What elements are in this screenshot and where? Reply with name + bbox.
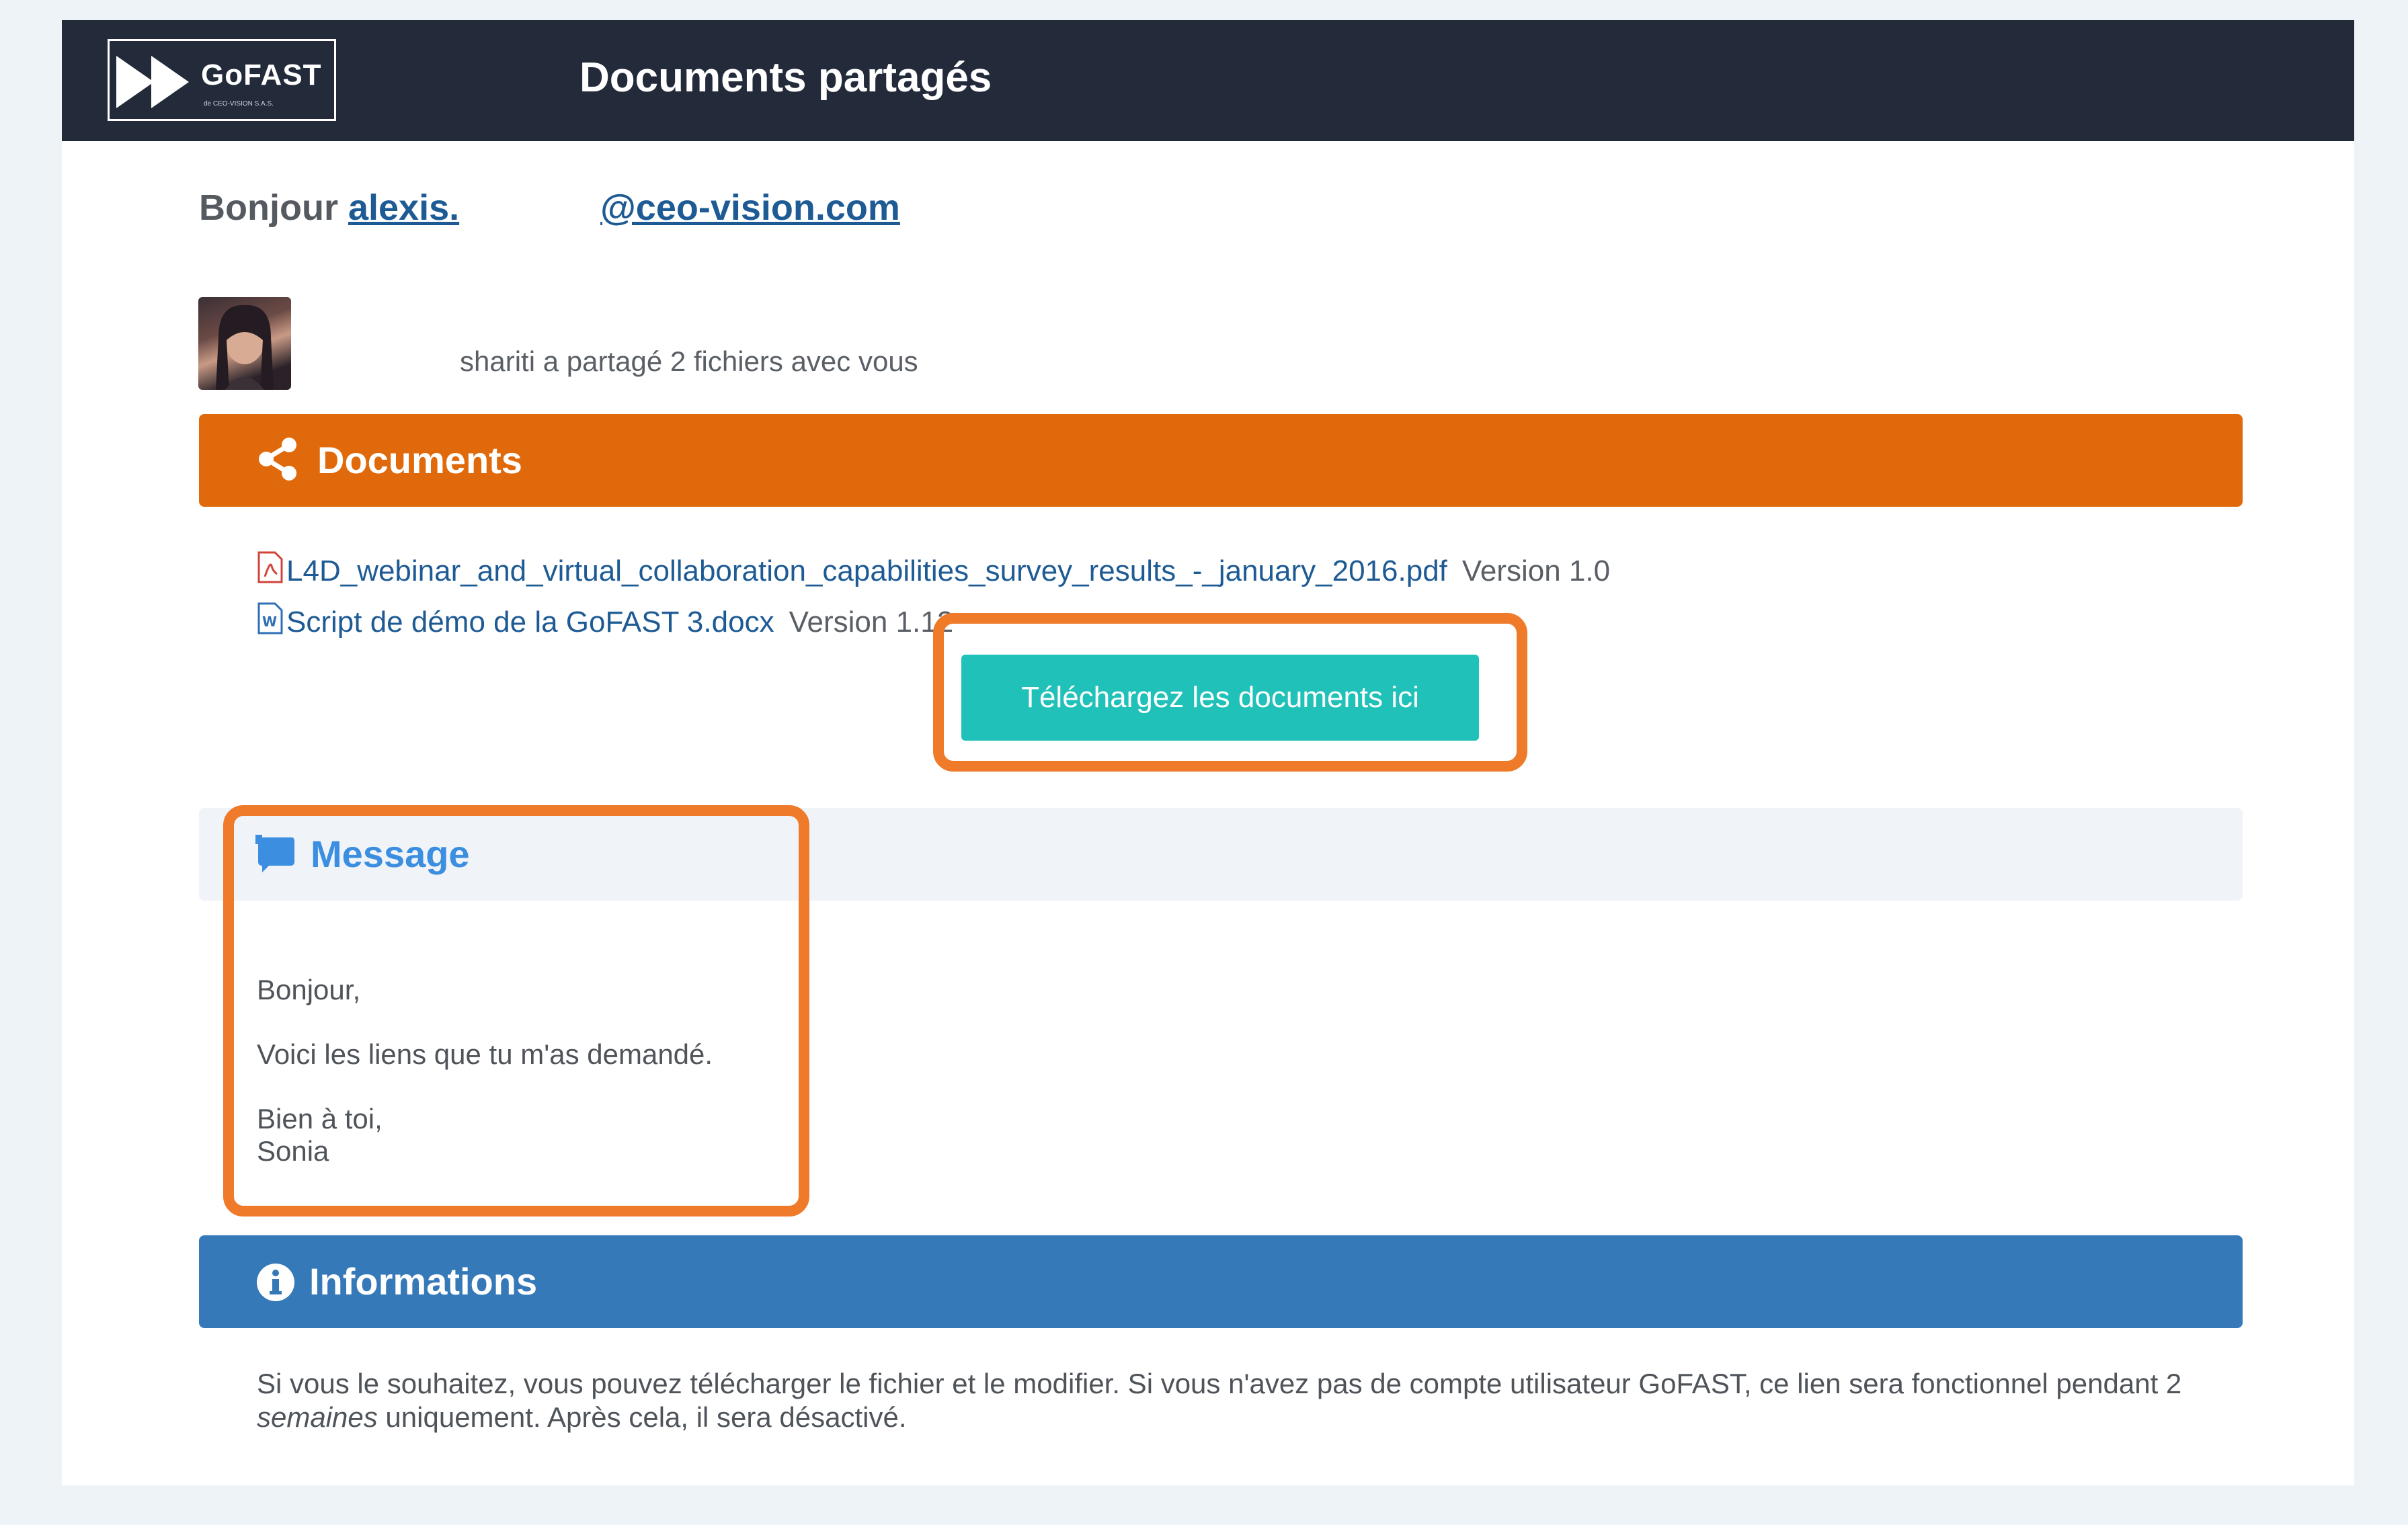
documents-header: Documents [199, 414, 2243, 507]
document-item[interactable]: L4D_webinar_and_virtual_collaboration_ca… [257, 551, 1610, 588]
logo-subtext: de CEO-VISION S.A.S. [204, 100, 274, 108]
info-text-emphasis: semaines [257, 1401, 378, 1433]
info-text-part: uniquement. Après cela, il sera désactiv… [377, 1401, 907, 1433]
informations-text: Si vous le souhaitez, vous pouvez téléch… [257, 1367, 2206, 1434]
document-name[interactable]: Script de démo de la GoFAST 3.docx [286, 606, 774, 638]
informations-header: Informations [199, 1235, 2243, 1328]
document-version: Version 1.12 [789, 606, 954, 638]
greeting: Bonjour alexis. @ceo-vision.com [199, 187, 900, 229]
pdf-file-icon [257, 551, 283, 583]
document-name[interactable]: L4D_webinar_and_virtual_collaboration_ca… [286, 554, 1447, 587]
logo-text: GoFAST [201, 58, 322, 91]
document-version: Version 1.0 [1461, 554, 1611, 587]
share-notice: shariti a partagé 2 fichiers avec vous [460, 345, 918, 377]
highlight-message [223, 805, 809, 1217]
avatar [198, 297, 291, 390]
info-text-part: Si vous le souhaitez, vous pouvez téléch… [257, 1368, 2182, 1399]
gofast-logo: GoFAST de CEO-VISION S.A.S. [108, 39, 336, 121]
svg-text:W: W [262, 614, 277, 630]
email-end: @ceo-vision.com [600, 188, 900, 228]
document-item[interactable]: W Script de démo de la GoFAST 3.docx Vers… [257, 602, 953, 639]
documents-heading: Documents [317, 439, 522, 481]
fast-forward-icon [116, 56, 189, 108]
word-file-icon: W [257, 602, 283, 634]
informations-heading: Informations [309, 1260, 538, 1303]
info-icon [257, 1264, 294, 1301]
share-icon [259, 438, 296, 481]
top-bar: GoFAST de CEO-VISION S.A.S. Documents pa… [62, 20, 2354, 141]
email-start: alexis. [348, 188, 460, 228]
recipient-email-link[interactable]: alexis. @ceo-vision.com [348, 188, 900, 228]
greeting-prefix: Bonjour [199, 188, 338, 228]
highlight-download-button [933, 613, 1527, 772]
email-card: GoFAST de CEO-VISION S.A.S. Documents pa… [62, 20, 2354, 1485]
page-title: Documents partagés [579, 54, 992, 101]
